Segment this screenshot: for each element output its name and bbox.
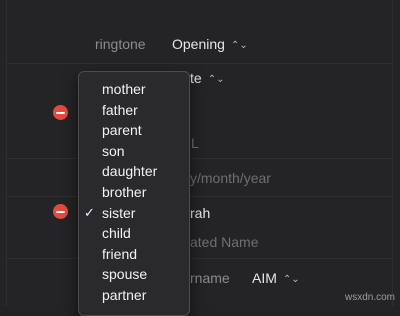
menu-item-child[interactable]: child (79, 223, 189, 244)
menu-item-label: sister (102, 204, 136, 221)
related-name-placeholder[interactable]: ated Name (190, 234, 258, 250)
username-label: rname (190, 270, 230, 286)
menu-item-label: son (102, 142, 125, 159)
menu-item-label: father (102, 101, 138, 118)
service-value: AIM (252, 270, 277, 286)
left-border (6, 0, 7, 306)
menu-item-mother[interactable]: mother (79, 79, 189, 100)
divider (6, 63, 392, 64)
menu-item-label: child (102, 225, 131, 242)
menu-item-sister[interactable]: ✓ sister (79, 203, 189, 224)
right-border (392, 0, 393, 306)
menu-item-label: daughter (102, 163, 158, 180)
contact-editor-panel: ringtone Opening ⌃⌄ te ⌃⌄ L y/month/year r… (0, 0, 400, 306)
watermark: wsxdn.com (344, 292, 395, 303)
menu-item-label: spouse (102, 266, 148, 283)
service-popup[interactable]: AIM ⌃⌄ (252, 270, 300, 286)
divider (6, 196, 392, 197)
chevron-updown-icon: ⌃⌄ (207, 74, 225, 85)
ringtone-label: ringtone (95, 36, 146, 52)
ringtone-value: Opening (172, 36, 225, 52)
ringtone-popup[interactable]: Opening ⌃⌄ (172, 36, 248, 52)
menu-item-father[interactable]: father (79, 100, 189, 121)
divider (6, 158, 392, 159)
menu-item-label: mother (102, 81, 146, 97)
remove-field-button-2[interactable] (53, 204, 68, 219)
row2-popup[interactable]: te ⌃⌄ (190, 70, 224, 86)
divider (6, 258, 392, 259)
chevron-updown-icon: ⌃⌄ (282, 274, 300, 285)
menu-item-brother[interactable]: brother (79, 182, 189, 203)
menu-item-parent[interactable]: parent (79, 120, 189, 141)
menu-item-label: brother (102, 183, 147, 200)
checkmark-icon: ✓ (84, 204, 95, 220)
relationship-menu[interactable]: mother father parent son daughter brother ✓ sis… (78, 71, 190, 316)
remove-field-button-1[interactable] (53, 105, 68, 120)
menu-item-label: parent (102, 122, 142, 139)
row2-value: te (190, 70, 202, 86)
menu-item-partner[interactable]: partner (79, 285, 189, 306)
row3-fragment: L (191, 135, 199, 151)
chevron-updown-icon: ⌃⌄ (230, 40, 248, 51)
menu-item-label: friend (102, 245, 138, 262)
menu-item-son[interactable]: son (79, 141, 189, 162)
menu-item-spouse[interactable]: spouse (79, 264, 189, 285)
menu-item-friend[interactable]: friend (79, 244, 189, 265)
menu-item-daughter[interactable]: daughter (79, 161, 189, 182)
birthday-placeholder[interactable]: y/month/year (190, 170, 271, 186)
menu-item-label: partner (102, 286, 147, 303)
related-name-value[interactable]: rah (190, 205, 210, 221)
